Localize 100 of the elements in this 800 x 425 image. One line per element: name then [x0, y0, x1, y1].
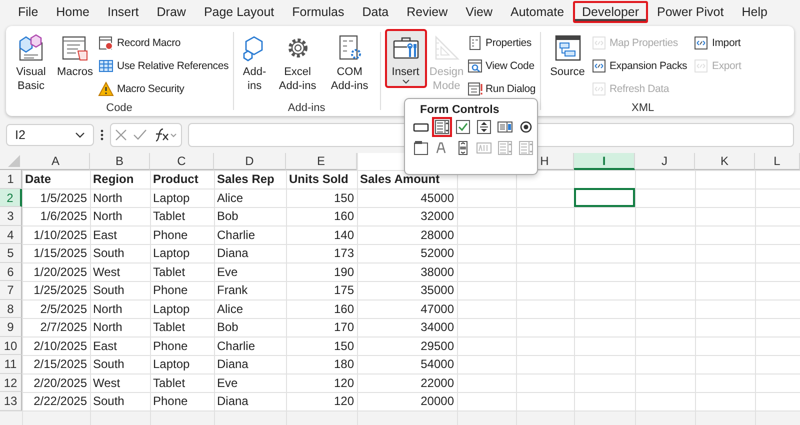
table-cell-text: 28000 [420, 226, 455, 244]
combo-box-icon [434, 119, 450, 135]
menu-tab[interactable]: Insert [98, 1, 148, 23]
ribbon-button[interactable]: Insert [384, 29, 427, 88]
row-header[interactable]: 7 [0, 281, 22, 300]
name-box[interactable]: I2 [6, 124, 94, 146]
table-cell-text: West [92, 374, 122, 392]
ribbon-button[interactable]: View Code [466, 54, 536, 77]
ribbon-button[interactable]: Use Relative References [98, 54, 229, 77]
column-header[interactable]: A [22, 153, 90, 170]
spin-button-icon [476, 119, 492, 135]
table-cell-text: 1/20/2025 [32, 264, 88, 280]
ribbon-button[interactable]: Record Macro [98, 31, 229, 54]
table-cell-text: Bob [216, 208, 240, 225]
document-icon [590, 34, 606, 50]
row-header[interactable]: 11 [0, 355, 22, 374]
close-icon[interactable] [115, 129, 127, 141]
ribbon-button[interactable]: Macros [52, 29, 98, 83]
column-header[interactable]: K [695, 153, 755, 170]
table-cell-text: Eve [216, 264, 239, 280]
ribbon-button[interactable]: Expansion Packs [590, 54, 688, 77]
menu-tab[interactable]: Developer [573, 1, 648, 23]
document-icon [693, 58, 710, 74]
row-header[interactable]: 13 [0, 392, 22, 410]
ribbon-button[interactable]: Properties [466, 31, 536, 54]
menu-tab[interactable]: View [456, 1, 502, 23]
table-cell-text: Diana [216, 356, 250, 373]
column-header[interactable]: J [635, 153, 695, 170]
table-cell-text: South [92, 245, 126, 262]
record-icon [98, 34, 114, 50]
table-cell-text: Sales Rep [216, 171, 276, 188]
column-header[interactable]: C [150, 153, 214, 170]
form-control-button[interactable] [474, 117, 494, 137]
table-cell-text: 190 [332, 264, 355, 280]
table-cell-text: Bob [216, 319, 240, 336]
menu-tab[interactable]: Power Pivot [648, 1, 733, 23]
table-cell-text: Diana [216, 393, 250, 410]
group-box-icon [413, 140, 429, 156]
table-cell-text: South [92, 393, 126, 410]
menu-tab[interactable]: Page Layout [194, 1, 284, 23]
menu-tab[interactable]: File [9, 1, 48, 23]
document-icon [693, 34, 710, 50]
menu-tab[interactable]: Data [353, 1, 398, 23]
form-control-button[interactable] [411, 138, 431, 158]
column-header[interactable]: E [286, 153, 357, 170]
row-header[interactable]: 1 [0, 170, 22, 188]
row-header[interactable]: 3 [0, 207, 22, 226]
ribbon-button[interactable]: Import [693, 31, 742, 54]
ribbon-button[interactable]: Run Dialog [466, 77, 536, 100]
table-cell-text: Alice [216, 300, 244, 318]
menu-tab[interactable]: Formulas [283, 1, 354, 23]
column-header[interactable]: I [574, 153, 635, 170]
row-header[interactable]: 2 [0, 188, 22, 207]
menu-tab[interactable]: Home [47, 1, 98, 23]
form-control-button[interactable] [432, 117, 452, 137]
table-cell-text: Laptop [152, 300, 191, 318]
form-control-button[interactable] [453, 117, 473, 137]
table-cell-text: Frank [216, 282, 249, 299]
row-header[interactable]: 9 [0, 318, 22, 336]
row-header[interactable]: 10 [0, 336, 22, 355]
table-cell-text: Tablet [152, 374, 186, 392]
ribbon-button[interactable]: Visual Basic [10, 29, 52, 97]
checkbox-icon [455, 119, 471, 135]
table-cell-text: 45000 [420, 190, 455, 206]
row-header[interactable]: 12 [0, 374, 22, 392]
row-header[interactable]: 4 [0, 226, 22, 244]
table-cell-text: 170 [332, 319, 355, 336]
menu-tab[interactable]: Draw [148, 1, 195, 23]
menu-tab[interactable]: Review [398, 1, 457, 23]
check-icon[interactable] [133, 129, 147, 141]
dialog-icon [466, 80, 483, 96]
table-cell-text: 2/5/2025 [39, 300, 88, 318]
table-cell-text: 38000 [420, 264, 455, 280]
ribbon-button[interactable]: Source [544, 29, 590, 83]
table-cell-text: Units Sold [288, 171, 350, 188]
table-cell-text: 20000 [420, 393, 455, 410]
more-icon[interactable] [100, 129, 104, 141]
combo-list-icon [497, 140, 513, 156]
table-cell-text: North [92, 300, 124, 318]
row-header[interactable]: 8 [0, 300, 22, 318]
table-cell-text: 180 [332, 356, 355, 373]
ribbon-button[interactable]: Macro Security [98, 77, 229, 100]
menu-tab[interactable]: Automate [502, 1, 574, 23]
table-cell-text: 120 [332, 393, 355, 410]
ribbon-button[interactable]: Excel Add-ins [272, 29, 324, 97]
ribbon-button[interactable]: Add-ins [238, 29, 272, 97]
table-cell-text: Phone [152, 282, 189, 299]
ribbon-button[interactable]: COM Add-ins [324, 29, 376, 97]
column-header[interactable]: D [214, 153, 286, 170]
table-cell-text: 32000 [420, 208, 455, 225]
column-header[interactable]: B [90, 153, 150, 170]
menu-tab[interactable]: Help [732, 1, 776, 23]
view-code-icon [466, 58, 483, 74]
row-header[interactable]: 6 [0, 262, 22, 281]
table-cell-text: 52000 [420, 245, 455, 262]
column-header[interactable]: L [755, 153, 800, 170]
function-icon[interactable] [153, 128, 177, 142]
table-cell-text: West [92, 264, 122, 280]
row-header[interactable]: 5 [0, 244, 22, 262]
active-cell[interactable] [574, 188, 635, 207]
